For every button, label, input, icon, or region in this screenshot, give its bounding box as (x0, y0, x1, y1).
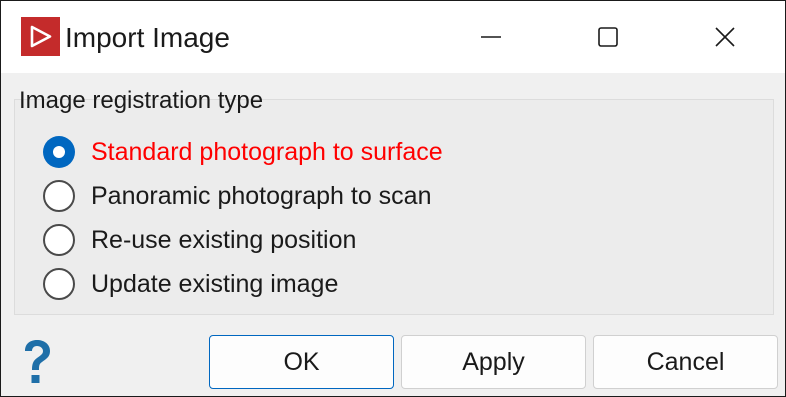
radio-label: Standard photograph to surface (91, 138, 443, 166)
app-logo-icon (21, 17, 60, 56)
minimize-icon (481, 36, 501, 38)
radio-label: Panoramic photograph to scan (91, 182, 432, 210)
radio-option-panoramic-photograph[interactable]: Panoramic photograph to scan (43, 178, 743, 214)
cancel-button[interactable]: Cancel (593, 335, 778, 389)
ok-button[interactable]: OK (209, 335, 394, 389)
radio-option-update-image[interactable]: Update existing image (43, 266, 743, 302)
maximize-button[interactable] (576, 1, 640, 73)
window-title: Import Image (65, 22, 230, 53)
radio-label: Re-use existing position (91, 226, 357, 254)
minimize-button[interactable] (459, 1, 523, 73)
import-image-dialog: Import Image Standard photograph to surf… (0, 0, 786, 397)
maximize-icon (598, 27, 618, 47)
title-bar[interactable]: Import Image (1, 1, 785, 73)
close-icon (715, 27, 735, 47)
radio-button[interactable] (43, 180, 75, 212)
apply-button[interactable]: Apply (401, 335, 586, 389)
help-icon[interactable] (21, 339, 53, 389)
group-label: Image registration type (19, 87, 264, 114)
radio-button[interactable] (43, 224, 75, 256)
radio-button-checked[interactable] (43, 136, 75, 168)
radio-option-standard-photograph[interactable]: Standard photograph to surface (43, 134, 743, 170)
radio-label: Update existing image (91, 270, 339, 298)
radio-option-reuse-position[interactable]: Re-use existing position (43, 222, 743, 258)
registration-type-group: Standard photograph to surface Panoramic… (14, 99, 774, 315)
close-button[interactable] (693, 1, 757, 73)
radio-button[interactable] (43, 268, 75, 300)
